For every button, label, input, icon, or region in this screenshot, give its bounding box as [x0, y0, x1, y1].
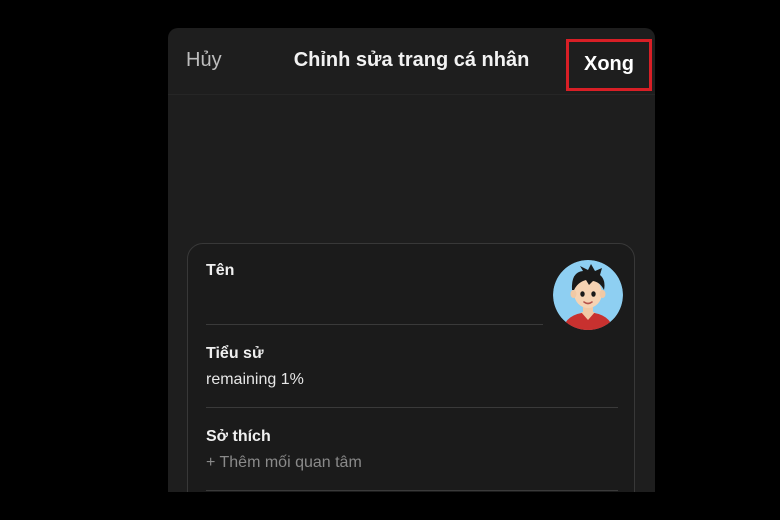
done-button[interactable]: Xong	[566, 39, 652, 91]
bio-divider	[206, 407, 618, 408]
profile-avatar[interactable]	[553, 260, 623, 330]
screenshot-stage: Hủy Chỉnh sửa trang cá nhân Xong Tên Tiể…	[0, 0, 780, 520]
done-button-label: Xong	[584, 53, 634, 75]
name-divider	[206, 324, 543, 325]
interests-divider	[206, 490, 618, 491]
cancel-button[interactable]: Hủy	[186, 49, 222, 72]
cartoon-boy-avatar-icon	[553, 260, 623, 330]
top-navigation-bar: Hủy Chỉnh sửa trang cá nhân Xong	[168, 28, 655, 95]
bio-label: Tiểu sử	[206, 345, 264, 362]
edit-profile-screen: Hủy Chỉnh sửa trang cá nhân Xong Tên Tiể…	[168, 28, 655, 492]
interests-label: Sở thích	[206, 428, 271, 445]
bio-field[interactable]: remaining 1%	[206, 371, 304, 389]
name-label: Tên	[206, 262, 235, 279]
add-interest-button[interactable]: + Thêm mối quan tâm	[206, 454, 362, 472]
profile-details-card: Tên Tiểu sử remaining 1% Sở thích + Thêm…	[187, 243, 635, 492]
